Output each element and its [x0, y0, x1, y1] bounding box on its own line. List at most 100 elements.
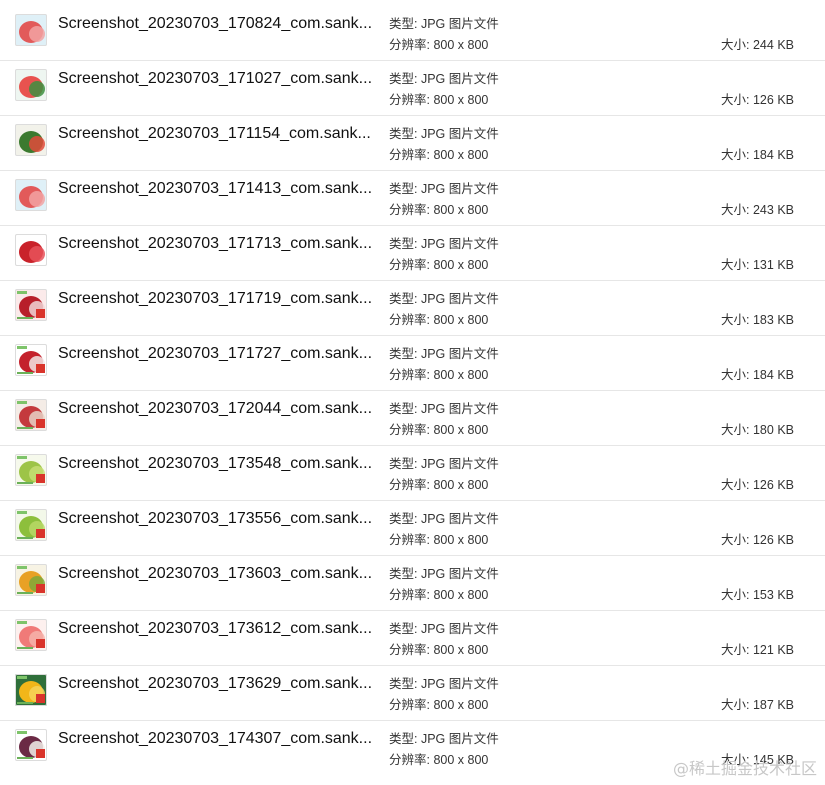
- file-name[interactable]: Screenshot_20230703_171713_com.sank...: [58, 234, 372, 254]
- type-label: 类型:: [389, 457, 418, 471]
- file-size: 大小: 153 KB: [721, 587, 794, 603]
- file-name[interactable]: Screenshot_20230703_173629_com.sank...: [58, 674, 372, 694]
- file-type: 类型: JPG 图片文件: [389, 566, 499, 582]
- resolution-label: 分辨率:: [389, 643, 430, 657]
- resolution-label: 分辨率:: [389, 423, 430, 437]
- file-name[interactable]: Screenshot_20230703_170824_com.sank...: [58, 14, 372, 34]
- peach-icon: [15, 619, 47, 651]
- file-list: Screenshot_20230703_170824_com.sank... 类型…: [0, 6, 825, 776]
- file-size: 大小: 131 KB: [721, 257, 794, 273]
- size-value: 244 KB: [752, 38, 794, 52]
- resolution-label: 分辨率:: [389, 588, 430, 602]
- size-value: 187 KB: [752, 698, 794, 712]
- file-row[interactable]: Screenshot_20230703_171713_com.sank... 类型…: [0, 226, 825, 281]
- type-value: JPG 图片文件: [420, 17, 499, 31]
- resolution-value: 800 x 800: [433, 533, 489, 547]
- file-resolution: 分辨率: 800 x 800: [389, 92, 488, 108]
- lychee-icon: [15, 344, 47, 376]
- size-label: 大小:: [721, 643, 750, 657]
- file-row[interactable]: Screenshot_20230703_173548_com.sank... 类型…: [0, 446, 825, 501]
- file-name[interactable]: Screenshot_20230703_173556_com.sank...: [58, 509, 372, 529]
- type-label: 类型:: [389, 292, 418, 306]
- type-label: 类型:: [389, 127, 418, 141]
- type-value: JPG 图片文件: [420, 732, 499, 746]
- file-row[interactable]: Screenshot_20230703_173629_com.sank... 类型…: [0, 666, 825, 721]
- resolution-label: 分辨率:: [389, 313, 430, 327]
- file-type: 类型: JPG 图片文件: [389, 511, 499, 527]
- resolution-label: 分辨率:: [389, 478, 430, 492]
- resolution-label: 分辨率:: [389, 38, 430, 52]
- resolution-value: 800 x 800: [433, 368, 489, 382]
- file-size: 大小: 184 KB: [721, 147, 794, 163]
- resolution-value: 800 x 800: [433, 478, 489, 492]
- watermelon-icon: [15, 69, 47, 101]
- file-name[interactable]: Screenshot_20230703_171413_com.sank...: [58, 179, 372, 199]
- apple-icon: [15, 399, 47, 431]
- pear-icon: [15, 454, 47, 486]
- file-row[interactable]: Screenshot_20230703_172044_com.sank... 类型…: [0, 391, 825, 446]
- size-value: 126 KB: [752, 533, 794, 547]
- resolution-value: 800 x 800: [433, 753, 489, 767]
- file-type: 类型: JPG 图片文件: [389, 236, 499, 252]
- file-type: 类型: JPG 图片文件: [389, 731, 499, 747]
- file-row[interactable]: Screenshot_20230703_170824_com.sank... 类型…: [0, 6, 825, 61]
- file-size: 大小: 243 KB: [721, 202, 794, 218]
- type-label: 类型:: [389, 347, 418, 361]
- file-name[interactable]: Screenshot_20230703_173612_com.sank...: [58, 619, 372, 639]
- type-label: 类型:: [389, 732, 418, 746]
- file-size: 大小: 180 KB: [721, 422, 794, 438]
- size-label: 大小:: [721, 368, 750, 382]
- resolution-value: 800 x 800: [433, 423, 489, 437]
- type-label: 类型:: [389, 622, 418, 636]
- file-name[interactable]: Screenshot_20230703_172044_com.sank...: [58, 399, 372, 419]
- type-label: 类型:: [389, 72, 418, 86]
- file-row[interactable]: Screenshot_20230703_171719_com.sank... 类型…: [0, 281, 825, 336]
- file-resolution: 分辨率: 800 x 800: [389, 532, 488, 548]
- file-row[interactable]: Screenshot_20230703_173603_com.sank... 类型…: [0, 556, 825, 611]
- file-name[interactable]: Screenshot_20230703_171719_com.sank...: [58, 289, 372, 309]
- size-label: 大小:: [721, 38, 750, 52]
- size-label: 大小:: [721, 533, 750, 547]
- resolution-label: 分辨率:: [389, 148, 430, 162]
- type-value: JPG 图片文件: [420, 457, 499, 471]
- file-row[interactable]: Screenshot_20230703_173556_com.sank... 类型…: [0, 501, 825, 556]
- type-value: JPG 图片文件: [420, 622, 499, 636]
- resolution-value: 800 x 800: [433, 148, 489, 162]
- file-name[interactable]: Screenshot_20230703_171027_com.sank...: [58, 69, 372, 89]
- file-name[interactable]: Screenshot_20230703_173603_com.sank...: [58, 564, 372, 584]
- size-label: 大小:: [721, 478, 750, 492]
- type-label: 类型:: [389, 182, 418, 196]
- file-resolution: 分辨率: 800 x 800: [389, 752, 488, 768]
- pear-icon: [15, 509, 47, 541]
- type-value: JPG 图片文件: [420, 347, 499, 361]
- file-name[interactable]: Screenshot_20230703_171154_com.sank...: [58, 124, 371, 144]
- resolution-label: 分辨率:: [389, 368, 430, 382]
- size-value: 153 KB: [752, 588, 794, 602]
- type-label: 类型:: [389, 512, 418, 526]
- file-size: 大小: 187 KB: [721, 697, 794, 713]
- file-resolution: 分辨率: 800 x 800: [389, 37, 488, 53]
- file-type: 类型: JPG 图片文件: [389, 676, 499, 692]
- orange-icon: [15, 674, 47, 706]
- size-label: 大小:: [721, 698, 750, 712]
- file-row[interactable]: Screenshot_20230703_171154_com.sank... 类型…: [0, 116, 825, 171]
- file-size: 大小: 244 KB: [721, 37, 794, 53]
- file-row[interactable]: Screenshot_20230703_171413_com.sank... 类型…: [0, 171, 825, 226]
- file-resolution: 分辨率: 800 x 800: [389, 312, 488, 328]
- file-size: 大小: 126 KB: [721, 477, 794, 493]
- file-type: 类型: JPG 图片文件: [389, 16, 499, 32]
- file-name[interactable]: Screenshot_20230703_174307_com.sank...: [58, 729, 372, 749]
- type-value: JPG 图片文件: [420, 127, 499, 141]
- size-value: 126 KB: [752, 93, 794, 107]
- file-name[interactable]: Screenshot_20230703_171727_com.sank...: [58, 344, 372, 364]
- size-value: 184 KB: [752, 368, 794, 382]
- file-size: 大小: 126 KB: [721, 92, 794, 108]
- type-value: JPG 图片文件: [420, 677, 499, 691]
- file-row[interactable]: Screenshot_20230703_173612_com.sank... 类型…: [0, 611, 825, 666]
- size-value: 183 KB: [752, 313, 794, 327]
- resolution-value: 800 x 800: [433, 698, 489, 712]
- file-row[interactable]: Screenshot_20230703_171027_com.sank... 类型…: [0, 61, 825, 116]
- size-label: 大小:: [721, 258, 750, 272]
- file-name[interactable]: Screenshot_20230703_173548_com.sank...: [58, 454, 372, 474]
- file-row[interactable]: Screenshot_20230703_171727_com.sank... 类型…: [0, 336, 825, 391]
